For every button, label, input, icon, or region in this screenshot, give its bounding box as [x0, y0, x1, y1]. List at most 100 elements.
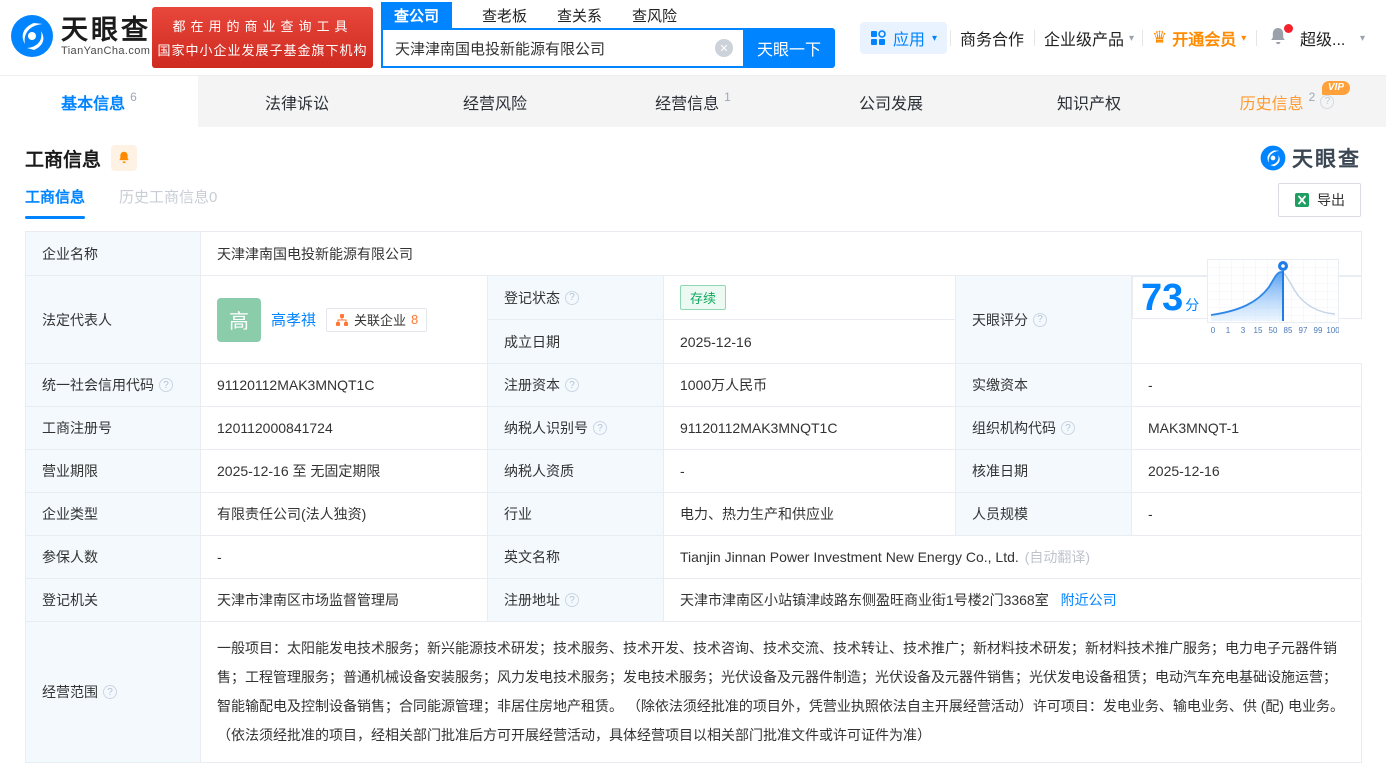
subtab-history-business-info[interactable]: 历史工商信息0: [119, 186, 217, 219]
help-icon[interactable]: ?: [565, 378, 579, 392]
tab-label: 经营风险: [462, 95, 527, 113]
reg-number-value: 120112000841724: [200, 406, 488, 450]
nearby-companies-link[interactable]: 附近公司: [1061, 592, 1117, 608]
tab-basic-info[interactable]: 基本信息 6: [0, 76, 198, 127]
promo-banner[interactable]: 都在用的商业查询工具 国家中小企业发展子基金旗下机构: [152, 7, 373, 68]
divider: [950, 30, 951, 46]
tab-label: 知识产权: [1056, 95, 1121, 113]
reg-capital-label: 注册资本 ?: [487, 363, 664, 407]
legal-rep-name-link[interactable]: 高孝祺: [271, 309, 316, 330]
apps-menu-button[interactable]: 应用 ▾: [860, 22, 948, 54]
uscc-label: 统一社会信用代码 ?: [25, 363, 201, 407]
section-title: 工商信息: [25, 149, 102, 171]
search-tab-relation[interactable]: 查关系: [557, 5, 602, 26]
tianyan-score-label: 天眼评分 ?: [955, 275, 1132, 364]
tab-legal-proceedings[interactable]: 法律诉讼: [198, 76, 396, 127]
tab-operation-risk[interactable]: 经营风险: [396, 76, 594, 127]
business-info-table: 企业名称 天津津南国电投新能源有限公司 法定代表人 高 高孝祺 关联企业 8 登…: [25, 231, 1363, 763]
header: 天眼查 TianYanCha.com 都在用的商业查询工具 国家中小企业发展子基…: [0, 0, 1386, 75]
reg-capital-value: 1000万人民币: [663, 363, 956, 407]
notifications-button[interactable]: [1268, 22, 1293, 54]
reg-status-label: 登记状态 ?: [487, 275, 664, 320]
industry-value: 电力、热力生产和供应业: [663, 492, 956, 536]
staff-size-label: 人员规模: [955, 492, 1132, 536]
company-type-value: 有限责任公司(法人独资): [200, 492, 488, 536]
legal-rep-avatar[interactable]: 高: [217, 297, 261, 342]
tab-label: 历史信息: [1239, 95, 1304, 113]
tianyancha-logo-icon: [11, 15, 53, 57]
subtab-business-info[interactable]: 工商信息: [25, 186, 86, 219]
bell-icon: [119, 151, 129, 164]
svg-text:3: 3: [1241, 326, 1246, 335]
company-detail-tabs: 基本信息 6 法律诉讼 经营风险 经营信息 1 公司发展 知识产权 VIP 历史…: [0, 75, 1386, 127]
divider: [1034, 30, 1035, 46]
help-icon[interactable]: ?: [565, 593, 579, 607]
search-type-tabs: 查公司 查老板 查关系 查风险: [381, 2, 677, 29]
tab-company-development[interactable]: 公司发展: [792, 76, 990, 127]
search-input[interactable]: [381, 28, 743, 68]
legal-rep-cell: 高 高孝祺 关联企业 8: [200, 275, 488, 364]
help-icon[interactable]: ?: [159, 378, 173, 392]
nav-business-cooperation[interactable]: 商务合作: [960, 22, 1024, 54]
search-tab-company[interactable]: 查公司: [381, 2, 453, 29]
svg-text:99: 99: [1314, 326, 1323, 335]
user-menu-caret[interactable]: ▾: [1360, 22, 1365, 54]
taxpayer-id-label: 纳税人识别号 ?: [487, 406, 664, 450]
nav-super-vip[interactable]: 超级...: [1300, 22, 1345, 54]
tab-intellectual-property[interactable]: 知识产权: [990, 76, 1188, 127]
help-icon[interactable]: ?: [1320, 94, 1335, 109]
nav-enterprise-products[interactable]: 企业级产品 ▾: [1044, 22, 1134, 54]
notification-dot: [1284, 24, 1293, 33]
taxpayer-quality-label: 纳税人资质: [487, 449, 664, 493]
svg-text:100: 100: [1327, 326, 1340, 335]
help-icon[interactable]: ?: [565, 290, 579, 305]
tianyancha-watermark: 天眼查: [1260, 143, 1361, 173]
table-row: 企业名称 天津津南国电投新能源有限公司: [25, 231, 1363, 276]
search-button[interactable]: 天眼一下: [743, 28, 835, 68]
score-axis-ticks: 0 1 3 15 50 85 97 99 100: [1211, 326, 1339, 335]
svg-text:0: 0: [1211, 326, 1216, 335]
svg-text:85: 85: [1284, 326, 1293, 335]
svg-text:1: 1: [1226, 326, 1231, 335]
tab-operation-info[interactable]: 经营信息 1: [594, 76, 792, 127]
help-icon[interactable]: ?: [1061, 421, 1075, 435]
tianyancha-logo[interactable]: 天眼查 TianYanCha.com: [10, 14, 151, 58]
company-name-value: 天津津南国电投新能源有限公司: [199, 231, 1363, 276]
company-type-label: 企业类型: [25, 492, 201, 536]
export-button[interactable]: 导出: [1278, 183, 1361, 217]
watermark-text: 天眼查: [1292, 148, 1361, 171]
established-label: 成立日期: [487, 319, 664, 364]
subscribe-bell-button[interactable]: [111, 145, 138, 171]
logo-site: TianYanCha.com: [61, 45, 151, 57]
search-bar: ✕ 天眼一下: [381, 28, 835, 68]
vip-upgrade-label: 开通会员: [1172, 32, 1237, 49]
related-companies-badge[interactable]: 关联企业 8: [326, 307, 428, 332]
auto-translate-note: (自动翻译): [1024, 549, 1091, 565]
help-icon[interactable]: ?: [593, 421, 607, 435]
tab-history-info[interactable]: VIP 历史信息 2 ?: [1188, 76, 1386, 127]
help-icon[interactable]: ?: [1033, 312, 1047, 327]
table-row: 经营范围 ? 一般项目：太阳能发电技术服务；新兴能源技术研发；技术服务、技术开发…: [25, 621, 1363, 763]
export-label: 导出: [1317, 192, 1345, 208]
clear-search-icon[interactable]: ✕: [715, 39, 733, 57]
help-icon[interactable]: ?: [103, 685, 117, 699]
tianyan-score-cell: 73 分 0 1 3 15 50 85 97 99 100: [1132, 258, 1362, 335]
approval-date-value: 2025-12-16: [1130, 449, 1363, 493]
score-unit: 分: [1185, 296, 1200, 313]
search-tab-boss[interactable]: 查老板: [482, 5, 527, 26]
paid-capital-value: -: [1130, 363, 1363, 407]
svg-text:50: 50: [1269, 326, 1278, 335]
tab-label: 经营信息: [655, 95, 720, 113]
uscc-value: 91120112MAK3MNQT1C: [200, 363, 488, 407]
nav-vip-upgrade[interactable]: ♛ 开通会员 ▾: [1152, 22, 1246, 54]
org-code-label: 组织机构代码 ?: [955, 406, 1132, 450]
table-row: 工商注册号 120112000841724 纳税人识别号 ? 91120112M…: [25, 406, 1363, 450]
svg-text:97: 97: [1299, 326, 1308, 335]
search-tab-risk[interactable]: 查风险: [632, 5, 677, 26]
logo-text: 天眼查 TianYanCha.com: [61, 15, 151, 57]
apps-grid-icon: [871, 30, 886, 45]
crown-icon: ♛: [1152, 28, 1168, 47]
divider: [1256, 30, 1257, 46]
super-vip-label: 超级...: [1300, 32, 1346, 49]
tab-count: 1: [724, 90, 731, 104]
